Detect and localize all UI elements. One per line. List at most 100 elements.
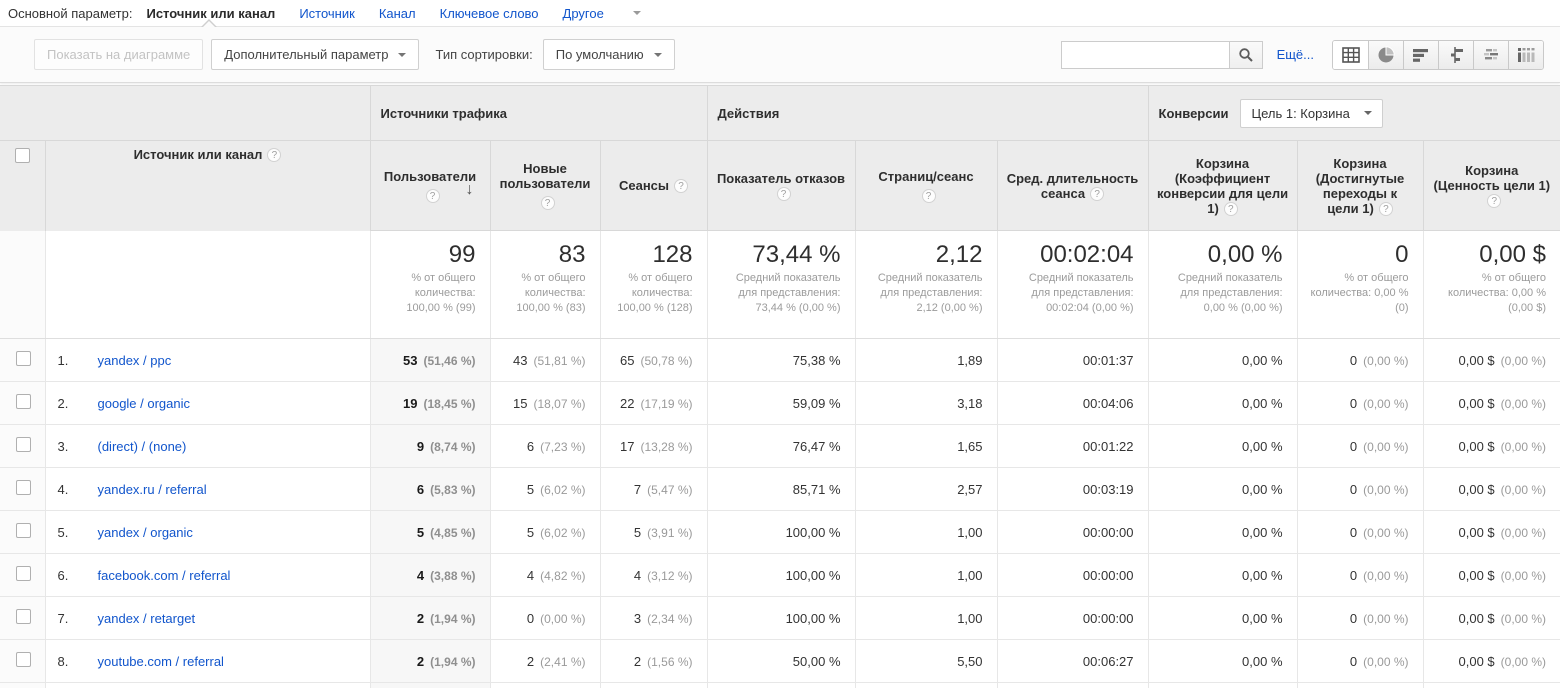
table-row: 1.yandex / ppc 53(51,46 %) 43(51,81 %) 6…	[0, 339, 1560, 382]
row-checkbox[interactable]	[16, 480, 31, 495]
summary-goal-completions: 0% от общего количества: 0,00 % (0)	[1297, 231, 1423, 339]
summary-row: 99% от общего количества: 100,00 % (99) …	[0, 231, 1560, 339]
row-number: 4.	[58, 482, 82, 497]
table-row: 3.(direct) / (none) 9(8,74 %) 6(7,23 %) …	[0, 425, 1560, 468]
tab-source[interactable]: Источник	[299, 6, 355, 21]
chevron-down-icon	[633, 11, 641, 15]
source-channel-link[interactable]: yandex / ppc	[98, 353, 172, 368]
table-row: 8.youtube.com / referral 2(1,94 %) 2(2,4…	[0, 640, 1560, 683]
group-behavior: Действия	[707, 86, 1148, 141]
row-number: 2.	[58, 396, 82, 411]
help-icon[interactable]	[922, 189, 936, 203]
dimension-group-header	[0, 86, 370, 141]
term-cloud-view-button[interactable]	[1473, 41, 1508, 69]
row-checkbox[interactable]	[16, 566, 31, 581]
plot-rows-button[interactable]: Показать на диаграмме	[34, 39, 203, 70]
active-tab-notch	[201, 19, 217, 27]
row-checkbox[interactable]	[16, 394, 31, 409]
clipped-next-row	[0, 683, 1560, 688]
row-checkbox[interactable]	[16, 351, 31, 366]
summary-goal-conversion-rate: 0,00 %Средний показатель для представлен…	[1148, 231, 1297, 339]
select-all-cell	[0, 141, 45, 231]
advanced-search-link[interactable]: Ещё...	[1277, 47, 1314, 62]
search-button[interactable]	[1229, 41, 1263, 69]
pie-chart-icon	[1377, 46, 1395, 64]
secondary-dimension-button[interactable]: Дополнительный параметр	[211, 39, 419, 70]
row-checkbox[interactable]	[16, 609, 31, 624]
table-view-button[interactable]	[1333, 41, 1368, 69]
view-switcher	[1332, 40, 1544, 70]
table-row: 4.yandex.ru / referral 6(5,83 %) 5(6,02 …	[0, 468, 1560, 511]
column-header-goal-conversion-rate[interactable]: Корзина (Коэффициент конверсии для цели …	[1148, 141, 1297, 231]
pivot-view-button[interactable]	[1508, 41, 1543, 69]
source-channel-link[interactable]: yandex.ru / referral	[98, 482, 207, 497]
column-header-pages-per-session[interactable]: Страниц/сеанс	[855, 141, 997, 231]
tab-other[interactable]: Другое	[563, 6, 604, 21]
column-header-goal-value[interactable]: Корзина (Ценность цели 1)	[1423, 141, 1560, 231]
help-icon[interactable]	[1487, 194, 1501, 208]
source-channel-link[interactable]: facebook.com / referral	[98, 568, 231, 583]
summary-avg-session-duration: 00:02:04Средний показатель для представл…	[997, 231, 1148, 339]
source-channel-link[interactable]: yandex / organic	[98, 525, 193, 540]
column-header-users[interactable]: Пользователи	[370, 141, 490, 231]
comparison-view-button[interactable]	[1438, 41, 1473, 69]
summary-pages-per-session: 2,12Средний показатель для представления…	[855, 231, 997, 339]
help-icon[interactable]	[777, 187, 791, 201]
row-checkbox[interactable]	[16, 652, 31, 667]
comparison-icon	[1447, 47, 1465, 63]
table-row: 5.yandex / organic 5(4,85 %) 5(6,02 %) 5…	[0, 511, 1560, 554]
metric-group-header-row: Источники трафика Действия КонверсииЦель…	[0, 86, 1560, 141]
column-header-new-users[interactable]: Новые пользователи	[490, 141, 600, 231]
tab-channel[interactable]: Канал	[379, 6, 416, 21]
group-traffic-sources: Источники трафика	[370, 86, 707, 141]
table-toolbar: Показать на диаграмме Дополнительный пар…	[0, 27, 1560, 83]
source-channel-link[interactable]: (direct) / (none)	[98, 439, 187, 454]
help-icon[interactable]	[267, 148, 281, 162]
column-header-bounce-rate[interactable]: Показатель отказов	[707, 141, 855, 231]
help-icon[interactable]	[1090, 187, 1104, 201]
column-header-avg-session-duration[interactable]: Сред. длительность сеанса	[997, 141, 1148, 231]
row-checkbox[interactable]	[16, 437, 31, 452]
source-channel-link[interactable]: yandex / retarget	[98, 611, 196, 626]
source-channel-link[interactable]: youtube.com / referral	[98, 654, 224, 669]
help-icon[interactable]	[674, 179, 688, 193]
term-cloud-icon	[1482, 47, 1500, 63]
goal-selector-dropdown[interactable]: Цель 1: Корзина	[1240, 99, 1382, 128]
primary-dimension-label: Основной параметр:	[8, 6, 132, 21]
chevron-down-icon	[654, 53, 662, 57]
help-icon[interactable]	[426, 189, 440, 203]
help-icon[interactable]	[1379, 202, 1393, 216]
row-checkbox[interactable]	[16, 523, 31, 538]
primary-dimension-bar: Основной параметр: Источник или канал Ис…	[0, 0, 1560, 27]
group-conversions: КонверсииЦель 1: Корзина	[1148, 86, 1560, 141]
column-header-dimension[interactable]: Источник или канал	[45, 141, 370, 231]
table-view-icon	[1342, 47, 1360, 63]
table-row: 7.yandex / retarget 2(1,94 %) 0(0,00 %) …	[0, 597, 1560, 640]
sort-descending-icon	[466, 181, 474, 199]
summary-sessions: 128% от общего количества: 100,00 % (128…	[600, 231, 707, 339]
source-channel-link[interactable]: google / organic	[98, 396, 191, 411]
row-number: 3.	[58, 439, 82, 454]
help-icon[interactable]	[1224, 202, 1238, 216]
sort-type-button[interactable]: По умолчанию	[543, 39, 675, 70]
chevron-down-icon	[1364, 111, 1372, 115]
percentage-view-button[interactable]	[1368, 41, 1403, 69]
column-header-goal-completions[interactable]: Корзина (Достигнутые переходы к цели 1)	[1297, 141, 1423, 231]
performance-view-button[interactable]	[1403, 41, 1438, 69]
help-icon[interactable]	[541, 196, 555, 210]
row-number: 6.	[58, 568, 82, 583]
summary-users: 99% от общего количества: 100,00 % (99)	[370, 231, 490, 339]
table-row: 2.google / organic 19(18,45 %) 15(18,07 …	[0, 382, 1560, 425]
column-header-row: Источник или канал Пользователи Новые по…	[0, 141, 1560, 231]
row-number: 5.	[58, 525, 82, 540]
summary-bounce-rate: 73,44 %Средний показатель для представле…	[707, 231, 855, 339]
bar-list-icon	[1412, 47, 1430, 63]
search-icon	[1238, 47, 1254, 63]
chevron-down-icon	[398, 53, 406, 57]
row-number: 8.	[58, 654, 82, 669]
column-header-sessions[interactable]: Сеансы	[600, 141, 707, 231]
select-all-checkbox[interactable]	[15, 148, 30, 163]
tab-keyword[interactable]: Ключевое слово	[440, 6, 539, 21]
search-input[interactable]	[1061, 41, 1229, 69]
summary-goal-value: 0,00 $% от общего количества: 0,00 % (0,…	[1423, 231, 1560, 339]
